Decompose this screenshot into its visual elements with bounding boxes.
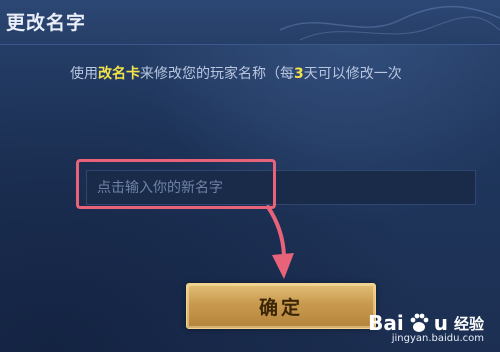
description-suffix: 天可以修改一次 <box>303 66 402 82</box>
description-middle: 来修改您的玩家名称（每 <box>140 66 294 82</box>
description-prefix: 使用 <box>70 66 98 82</box>
watermark-brand-bai: Bai <box>368 311 404 335</box>
baidu-paw-icon <box>410 313 429 332</box>
annotation-arrow-icon <box>266 205 294 279</box>
annotation-highlight-box <box>76 159 276 209</box>
watermark-service: 经验 <box>453 314 484 333</box>
confirm-button[interactable]: 确定 <box>186 283 376 329</box>
rename-dialog: 更改名字 使用改名卡来修改您的玩家名称（每3天可以修改一次 确定 Bai u 经… <box>0 0 500 352</box>
watermark-brand-u: u <box>433 311 448 335</box>
dialog-title: 更改名字 <box>6 12 87 34</box>
rename-card-name: 改名卡 <box>98 66 140 82</box>
rename-days: 3 <box>294 66 304 82</box>
decorative-swirl-icon <box>280 5 500 41</box>
baidu-jingyan-watermark: Bai u 经验 jingyan.baidu.com <box>368 311 484 344</box>
dialog-titlebar: 更改名字 <box>0 0 500 45</box>
confirm-button-label: 确定 <box>258 296 303 319</box>
rename-description: 使用改名卡来修改您的玩家名称（每3天可以修改一次 <box>70 63 402 83</box>
